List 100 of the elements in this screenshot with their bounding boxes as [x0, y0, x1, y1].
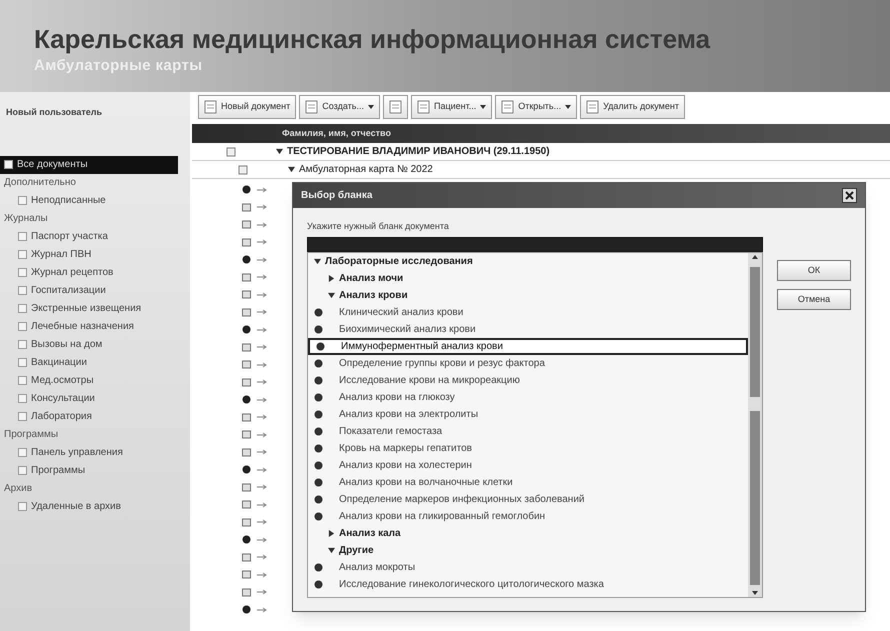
sidebar-item[interactable]: Госпитализации: [0, 282, 190, 300]
caret-icon[interactable]: [328, 530, 335, 536]
group-label: Лабораторные исследования: [325, 254, 473, 268]
toolbar-button[interactable]: Создать...: [299, 95, 380, 119]
arrow-icon: [257, 449, 267, 456]
dot-icon: [242, 255, 251, 264]
document-icon: [204, 100, 217, 114]
dot-icon: [316, 342, 325, 350]
sidebar-item[interactable]: Мед.осмотры: [0, 372, 190, 390]
tree-item[interactable]: Определение маркеров инфекционных заболеваний: [308, 490, 748, 508]
tree-item[interactable]: Иммуноферментный анализ крови: [308, 338, 748, 354]
group-label: Другие: [339, 544, 374, 558]
dialog-button[interactable]: Отмена: [777, 289, 851, 310]
sidebar-item[interactable]: Паспорт участка: [0, 228, 190, 246]
dot-icon: [242, 395, 251, 404]
scroll-down-icon[interactable]: [752, 590, 758, 594]
arrow-icon: [257, 606, 267, 613]
arrow-icon: [257, 502, 267, 508]
group-label: Анализ крови: [339, 288, 408, 302]
arrow-icon: [257, 204, 267, 210]
tree-item[interactable]: Кровь на маркеры гепатитов: [308, 440, 748, 456]
sidebar-item[interactable]: Удаленные в архив: [0, 498, 190, 516]
dot-icon: [242, 605, 251, 614]
sidebar-item[interactable]: Панель управления: [0, 444, 190, 462]
toolbar-button[interactable]: Пациент...: [410, 95, 492, 119]
dropdown-arrow-icon: [565, 105, 572, 109]
caret-icon[interactable]: [276, 148, 283, 155]
caret-icon[interactable]: [314, 258, 321, 264]
arrow-icon: [257, 239, 267, 246]
sidebar-item[interactable]: Неподписанные: [0, 192, 190, 210]
section-header: Программы: [3, 428, 60, 442]
document-icon: [18, 502, 27, 511]
scroll-up-icon[interactable]: [752, 254, 758, 258]
tree-group[interactable]: Анализ мочи: [308, 270, 748, 286]
column-header[interactable]: Фамилия, имя, отчество: [192, 124, 890, 143]
sidebar-item[interactable]: Вызовы на дом: [0, 336, 190, 354]
dot-icon: [314, 478, 323, 486]
table-row[interactable]: ТЕСТИРОВАНИЕ ВЛАДИМИР ИВАНОВИЧ (29.11.1950): [192, 143, 890, 161]
sidebar-item[interactable]: Лаборатория: [0, 408, 190, 426]
dot-icon: [314, 376, 323, 384]
dot-icon: [314, 426, 323, 436]
tree-item[interactable]: Биохимический анализ крови: [308, 320, 748, 338]
group-label: Анализ кала: [339, 526, 401, 540]
dot-icon: [314, 324, 323, 334]
tree-group[interactable]: Анализ крови: [308, 286, 748, 304]
sidebar-item[interactable]: Журнал рецептов: [0, 264, 190, 282]
tree-item[interactable]: Исследование крови на микрореакцию: [308, 372, 748, 388]
dot-icon: [314, 494, 323, 504]
caret-icon[interactable]: [328, 292, 335, 298]
dialog-button[interactable]: ОК: [777, 260, 851, 281]
table-row[interactable]: Амбулаторная карта № 2022: [192, 161, 890, 179]
dot-icon: [242, 465, 251, 474]
sidebar-item[interactable]: Вакцинации: [0, 354, 190, 372]
toolbar-button[interactable]: Удалить документ: [580, 95, 685, 119]
document-icon: [18, 196, 27, 205]
tree-item[interactable]: Анализ крови на волчаночные клетки: [308, 474, 748, 490]
tree-group[interactable]: Лабораторные исследования: [308, 252, 748, 270]
dot-icon: [314, 410, 323, 418]
caret-icon[interactable]: [288, 166, 295, 173]
tree-item[interactable]: Определение группы крови и резус фактора: [308, 354, 748, 372]
tree-item[interactable]: Анализ крови на глюкозу: [308, 388, 748, 406]
tree-group[interactable]: Анализ кала: [308, 524, 748, 542]
tree-item[interactable]: Анализ мокроты: [308, 558, 748, 576]
sidebar-item[interactable]: Журнал ПВН: [0, 246, 190, 264]
group-label: Анализ мочи: [339, 272, 404, 286]
tree-item[interactable]: Показатели гемостаза: [308, 422, 748, 440]
sidebar-item[interactable]: Все документы: [0, 156, 178, 174]
tree-item[interactable]: Анализ крови на электролиты: [308, 406, 748, 422]
arrow-icon: [257, 292, 267, 298]
arrow-icon: [257, 379, 267, 386]
arrow-icon: [257, 274, 267, 280]
tree-group[interactable]: Другие: [308, 542, 748, 558]
refresh-button[interactable]: [382, 95, 408, 119]
sidebar-item[interactable]: Программы: [0, 462, 190, 480]
sidebar-item[interactable]: Консультации: [0, 390, 190, 408]
section-header: Журналы: [3, 212, 49, 226]
scrollbar[interactable]: [748, 252, 762, 596]
sidebar-item[interactable]: Лечебные назначения: [0, 318, 190, 336]
arrow-icon: [257, 256, 267, 263]
document-icon: [4, 160, 13, 169]
row-label: Амбулаторная карта № 2022: [299, 163, 433, 177]
arrow-icon: [257, 326, 267, 333]
dot-icon: [242, 535, 251, 544]
document-icon: [388, 100, 402, 114]
dot-icon: [314, 358, 323, 368]
user-name: Новый пользователь: [5, 106, 104, 119]
tree-item[interactable]: Анализ крови на гликированный гемоглобин: [308, 508, 748, 524]
sidebar-item[interactable]: Экстренные извещения: [0, 300, 190, 318]
dot-icon: [314, 460, 323, 470]
document-icon: [305, 100, 318, 114]
tree-item[interactable]: Анализ крови на холестерин: [308, 456, 748, 474]
arrow-icon: [257, 222, 267, 228]
tree-item[interactable]: Клинический анализ крови: [308, 304, 748, 320]
caret-icon[interactable]: [328, 546, 335, 554]
caret-icon[interactable]: [328, 274, 335, 282]
tree-item[interactable]: Исследование гинекологического цитологического мазка: [308, 576, 748, 592]
toolbar-button[interactable]: Новый документ: [198, 95, 296, 119]
search-field[interactable]: [307, 236, 763, 252]
close-button[interactable]: [842, 188, 857, 203]
toolbar-button[interactable]: Открыть...: [495, 95, 578, 119]
